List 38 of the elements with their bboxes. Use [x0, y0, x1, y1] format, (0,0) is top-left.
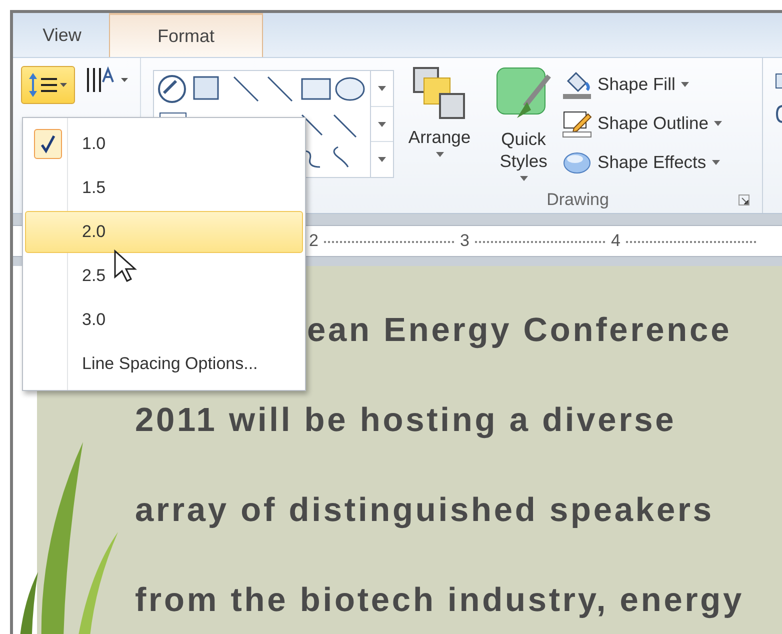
ruler-number: 4 — [611, 231, 620, 251]
line-spacing-button[interactable] — [21, 66, 75, 104]
menu-item[interactable]: 2.5 — [25, 255, 303, 297]
shape-command-button[interactable]: Shape Fill — [562, 68, 722, 101]
caret-icon — [378, 86, 386, 91]
stacked-squares-icon — [412, 66, 468, 122]
caret-icon — [714, 121, 722, 126]
ruler-number: 2 — [309, 231, 318, 251]
document-text-line: 2011 will be hosting a diverse — [135, 402, 676, 439]
menu-item[interactable]: 3.0 — [25, 299, 303, 341]
ribbon-large-button[interactable]: Quick Styles — [486, 66, 562, 186]
caret-icon — [378, 157, 386, 162]
menu-item[interactable]: 2.0 — [25, 211, 303, 253]
ruler-number: 3 — [460, 231, 470, 251]
caret-icon — [378, 122, 386, 126]
ribbon-tab[interactable]: View — [15, 13, 109, 57]
dialog-launcher-icon[interactable] — [738, 194, 750, 206]
menu-item[interactable]: 1.5 — [25, 167, 303, 209]
glossy-shape-icon — [562, 150, 592, 174]
caret-icon — [520, 176, 528, 181]
menu-item[interactable]: Line Spacing Options... — [25, 343, 303, 385]
menu-item[interactable]: 1.0 — [25, 123, 303, 165]
caret-icon — [712, 160, 720, 165]
mouse-pointer-icon — [113, 249, 137, 283]
document-text-line: array of distinguished speakers — [135, 492, 714, 529]
document-text-line: from the biotech industry, energy — [135, 582, 744, 619]
toolbar-icon[interactable] — [775, 104, 782, 124]
paint-bucket-icon — [562, 70, 592, 98]
caret-icon — [436, 152, 444, 157]
caret-icon — [681, 82, 690, 87]
shape-command-button[interactable]: Shape Effects — [562, 146, 722, 179]
ribbon-large-button[interactable]: Arrange — [394, 66, 486, 186]
document-text-line: ean Energy Conference — [307, 312, 732, 349]
shape-command-button[interactable]: Shape Outline — [562, 107, 722, 140]
ribbon-tab[interactable]: Format — [109, 13, 263, 57]
group-label: Drawing — [546, 190, 609, 210]
line-spacing-icon — [28, 71, 68, 99]
pencil-outline-icon — [562, 110, 592, 138]
